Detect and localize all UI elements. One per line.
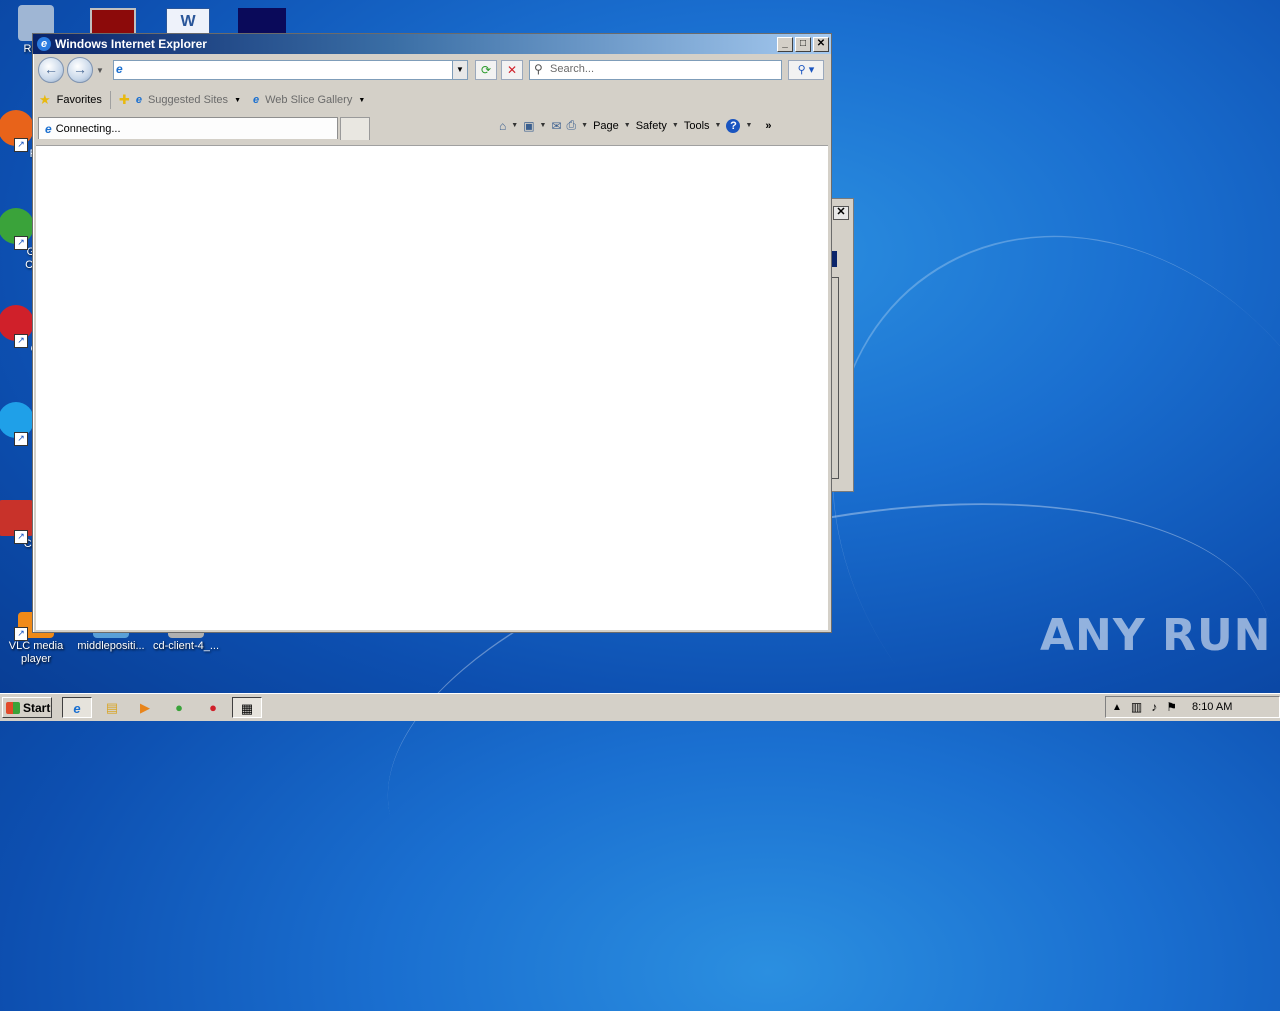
maximize-button[interactable]: □ — [795, 36, 811, 52]
chevron-down-icon[interactable]: ▼ — [234, 97, 241, 104]
chevron-down-icon[interactable]: ▼ — [358, 97, 365, 104]
taskbar: Start e ▤ ▶ ● ● ▦ ▲ ▥ ♪ ⚑ 8:10 AM — [0, 693, 1280, 721]
shortcut-arrow-icon: ↗ — [14, 530, 28, 544]
dialog-frame — [831, 277, 839, 479]
ie-title-bar[interactable]: e Windows Internet Explorer _ □ ✕ — [33, 34, 831, 54]
divider — [109, 91, 111, 109]
search-input[interactable]: ⚲ Search... — [529, 60, 782, 80]
print-icon[interactable]: ⎙ — [567, 118, 577, 133]
forward-button[interactable]: → — [67, 57, 93, 83]
shortcut-arrow-icon: ↗ — [14, 432, 28, 446]
search-button[interactable]: ⚲ ▾ — [788, 60, 824, 80]
desktop-icon-label: VLC media player — [8, 640, 64, 665]
taskbar-internet-explorer[interactable]: e — [62, 697, 92, 718]
desktop-icon-label: cd-client-4_... — [152, 640, 220, 652]
address-dropdown-button[interactable]: ▼ — [452, 61, 467, 79]
window-title: Windows Internet Explorer — [55, 37, 207, 51]
shortcut-arrow-icon: ↗ — [14, 334, 28, 348]
ie-logo-icon: e — [37, 37, 51, 51]
command-bar: ⌂ ▼ ▣ ▼ ✉ ⎙ ▼ Page ▼ Safety ▼ Tools ▼ ? … — [499, 118, 772, 133]
shortcut-arrow-icon: ↗ — [14, 138, 28, 152]
tab-connecting[interactable]: e Connecting... — [38, 117, 338, 139]
ie-window: e Windows Internet Explorer _ □ ✕ ← → ▼ … — [32, 33, 832, 633]
safety-menu[interactable]: Safety — [636, 120, 667, 132]
system-tray: ▲ ▥ ♪ ⚑ 8:10 AM — [1105, 696, 1280, 718]
windows-logo-icon — [6, 701, 20, 714]
desktop-icon-label: middlepositi... — [77, 640, 145, 652]
ie-page-icon: e — [253, 94, 260, 106]
help-icon[interactable]: ? — [726, 118, 741, 133]
chevron-down-icon[interactable]: ▼ — [581, 122, 588, 129]
volume-icon[interactable]: ♪ — [1151, 700, 1157, 714]
suggested-sites-link[interactable]: Suggested Sites — [148, 94, 228, 106]
mail-icon[interactable]: ✉ — [551, 119, 561, 133]
search-icon: ⚲ — [534, 62, 543, 76]
tab-label: Connecting... — [55, 122, 121, 135]
search-placeholder: Search... — [550, 63, 595, 75]
start-label: Start — [23, 700, 51, 715]
action-center-flag-icon[interactable]: ⚑ — [1166, 700, 1177, 714]
taskbar-media-player-icon[interactable]: ▶ — [130, 697, 160, 718]
tools-menu[interactable]: Tools — [684, 120, 710, 132]
chevron-down-icon[interactable]: ▼ — [672, 122, 679, 129]
shortcut-arrow-icon: ↗ — [14, 627, 28, 641]
page-menu[interactable]: Page — [593, 120, 619, 132]
ie-page-icon: e — [116, 62, 123, 76]
dark-app-icon[interactable] — [238, 8, 286, 34]
chevron-down-icon[interactable]: ▼ — [624, 122, 631, 129]
ie-page-icon: e — [135, 94, 142, 106]
chevron-down-icon[interactable]: ▼ — [715, 122, 722, 129]
taskbar-chrome-icon[interactable]: ● — [164, 697, 194, 718]
word-icon[interactable]: W — [166, 8, 210, 36]
page-content[interactable] — [36, 145, 828, 630]
close-icon[interactable]: ✕ — [833, 206, 849, 220]
start-button[interactable]: Start — [2, 697, 52, 718]
stop-button[interactable]: ✕ — [501, 60, 523, 80]
refresh-button[interactable]: ⟳ — [475, 60, 497, 80]
add-favorite-icon[interactable]: ✚ — [119, 92, 130, 108]
taskbar-network-tool-icon[interactable]: ▦ — [232, 697, 262, 718]
history-dropdown-icon[interactable]: ▼ — [96, 66, 104, 75]
tab-bar: e Connecting... ⌂ ▼ ▣ ▼ ✉ ⎙ ▼ Page ▼ Saf… — [33, 114, 831, 140]
web-slice-gallery-link[interactable]: Web Slice Gallery — [265, 94, 352, 106]
close-button[interactable]: ✕ — [813, 36, 829, 52]
chevron-down-icon[interactable]: ▼ — [511, 122, 518, 129]
address-bar[interactable]: e ▼ — [113, 60, 468, 80]
favorites-star-icon: ★ — [39, 92, 51, 107]
toolbar-overflow-icon[interactable]: » — [765, 120, 771, 132]
shortcut-arrow-icon: ↗ — [14, 236, 28, 250]
rss-feed-icon[interactable]: ▣ — [523, 119, 534, 133]
home-icon[interactable]: ⌂ — [499, 119, 506, 133]
clock[interactable]: 8:10 AM — [1192, 701, 1232, 713]
anyrun-watermark: ANY RUN — [1040, 610, 1272, 661]
minimize-button[interactable]: _ — [777, 36, 793, 52]
chevron-down-icon[interactable]: ▼ — [540, 122, 547, 129]
chevron-down-icon[interactable]: ▼ — [745, 122, 752, 129]
ie-page-icon: e — [45, 121, 52, 136]
favorites-bar: ★ Favorites ✚ e Suggested Sites ▼ e Web … — [33, 86, 831, 114]
navigation-bar: ← → ▼ e ▼ ⟳ ✕ ⚲ Search... ⚲ ▾ — [33, 54, 831, 86]
taskbar-explorer-icon[interactable]: ▤ — [97, 697, 127, 718]
show-hidden-icons-icon[interactable]: ▲ — [1112, 702, 1122, 713]
network-icon[interactable]: ▥ — [1131, 700, 1142, 714]
favorites-button[interactable]: Favorites — [57, 94, 102, 106]
new-tab-button[interactable] — [340, 117, 370, 140]
taskbar-opera-icon[interactable]: ● — [198, 697, 228, 718]
back-button[interactable]: ← — [38, 57, 64, 83]
